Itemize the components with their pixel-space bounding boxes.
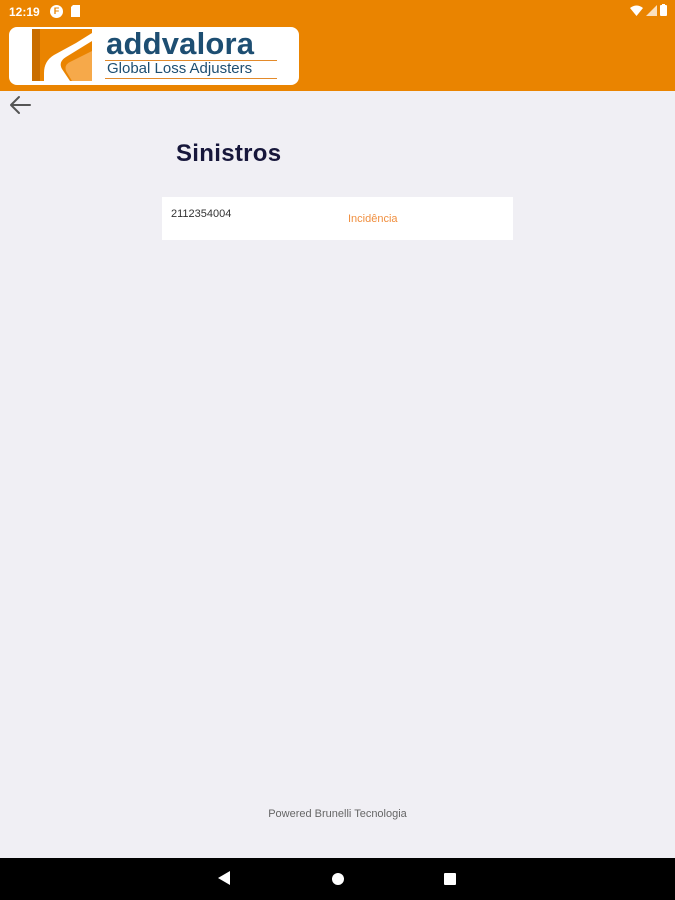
back-button[interactable] xyxy=(8,94,34,116)
signal-icon xyxy=(646,4,657,19)
nav-back-icon[interactable] xyxy=(217,870,231,891)
claim-row[interactable]: 2112354004 Incidência xyxy=(162,197,513,240)
wifi-icon xyxy=(630,5,643,19)
sd-card-icon xyxy=(71,5,80,20)
notification-icon: F xyxy=(50,5,63,18)
nav-recents-icon[interactable] xyxy=(444,873,456,885)
logo-mark-icon xyxy=(32,29,92,81)
brand-name: addvalora xyxy=(106,26,255,61)
claim-number: 2112354004 xyxy=(171,208,232,220)
powered-by-text: Powered Brunelli Tecnologia xyxy=(268,808,407,820)
status-bar: 12:19 F xyxy=(0,0,675,24)
arrow-left-icon xyxy=(10,96,31,114)
claim-status: Incidência xyxy=(348,213,398,225)
addvalora-logo: addvalora Global Loss Adjusters xyxy=(9,26,299,85)
status-icons xyxy=(630,4,667,19)
app-header: 12:19 F addvalora Global Loss Adjusters xyxy=(0,0,675,91)
nav-home-icon[interactable] xyxy=(332,873,344,885)
status-time: 12:19 xyxy=(9,5,40,19)
battery-icon xyxy=(660,4,667,19)
page-title: Sinistros xyxy=(176,140,282,167)
brand-tagline: Global Loss Adjusters xyxy=(107,60,253,77)
